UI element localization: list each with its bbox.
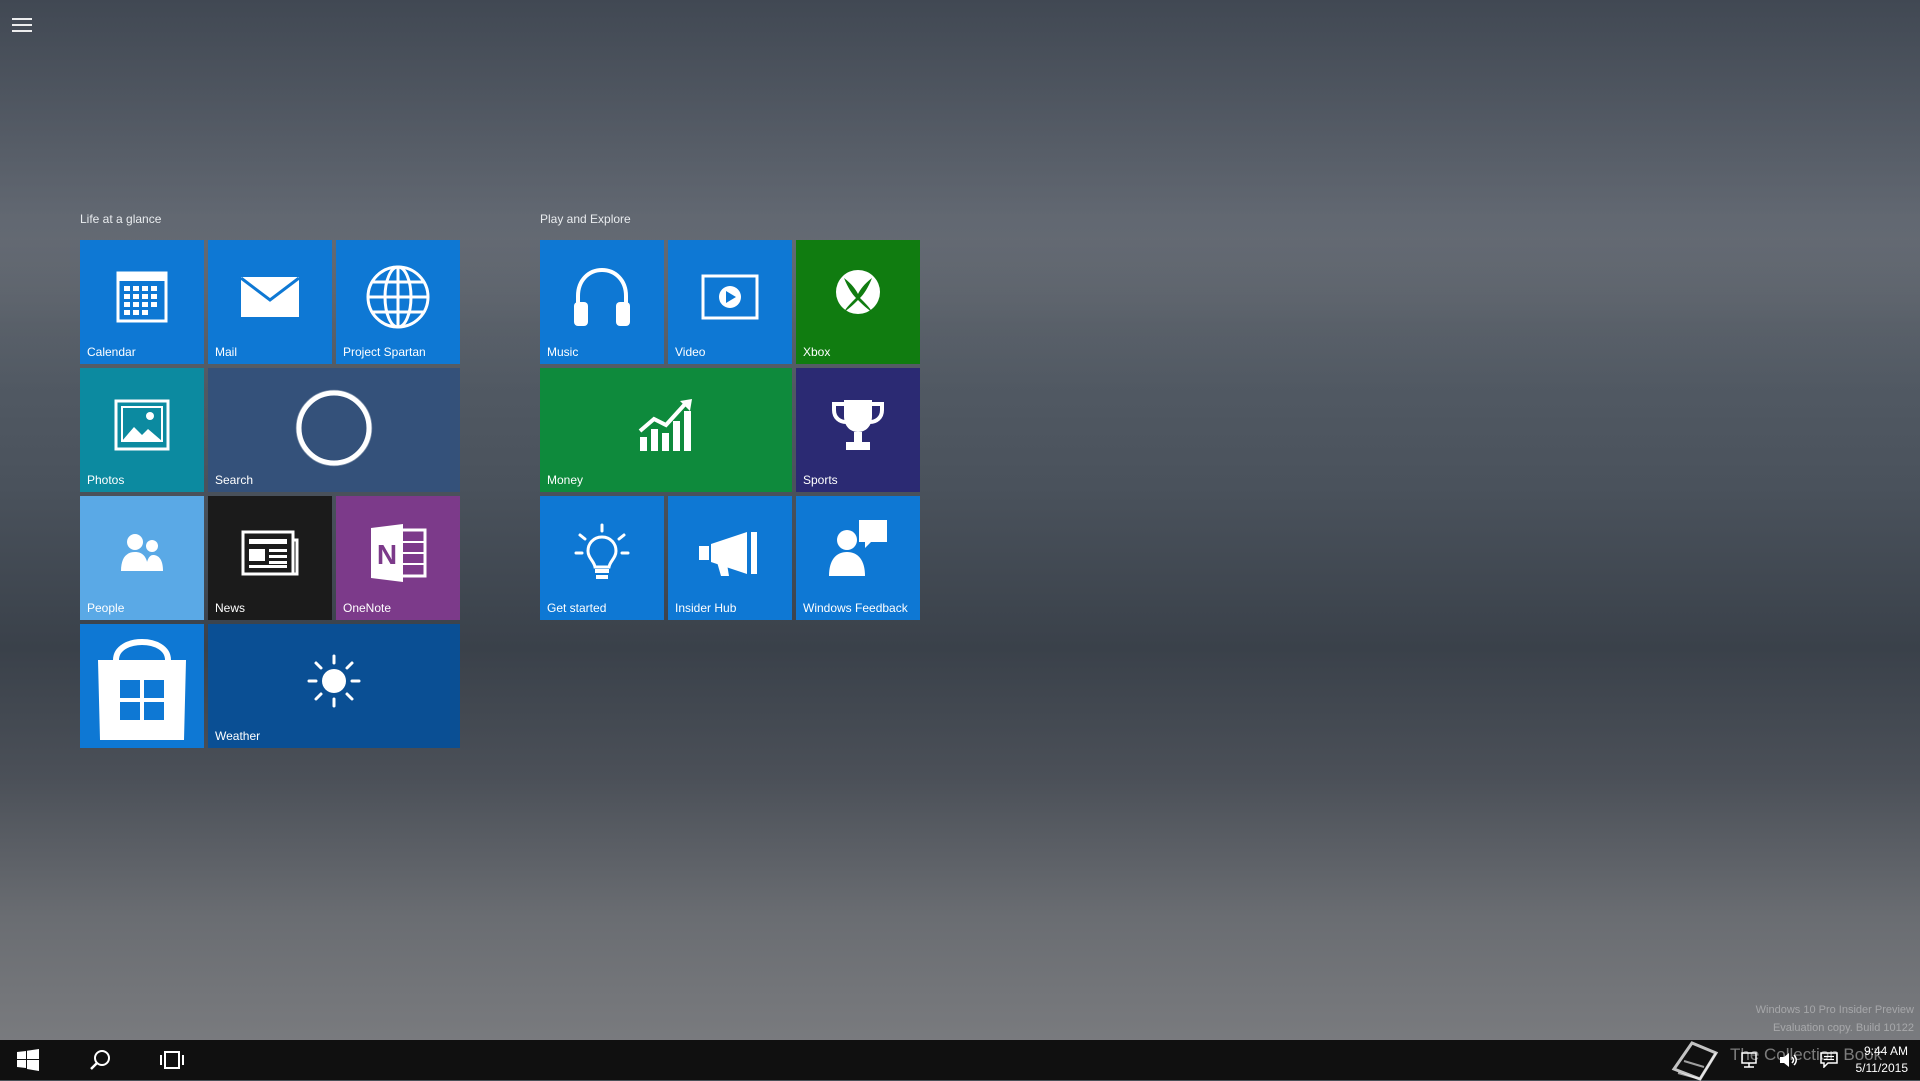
tile-insider-hub[interactable]: Insider Hub [668, 496, 792, 620]
tile-label: OneNote [343, 601, 392, 615]
tile-label: Search [215, 473, 254, 487]
tile-label: Weather [215, 729, 261, 743]
cortana-ring-icon [295, 389, 373, 466]
tile-people[interactable]: People [80, 496, 204, 620]
watermark-build: Evaluation copy. Build 10122 [1772, 1022, 1914, 1034]
tile-video[interactable]: Video [668, 240, 792, 364]
tile-label: Calendar [87, 345, 136, 359]
onenote-icon: N [371, 524, 427, 583]
store-icon [98, 639, 186, 740]
tile-onenote[interactable]: N OneNote [336, 496, 460, 620]
notification-tray[interactable] [1814, 1040, 1844, 1080]
start-button[interactable] [2, 1040, 54, 1080]
volume-tray[interactable] [1774, 1040, 1804, 1080]
headphones-icon [574, 268, 630, 327]
tile-label: Money [547, 473, 584, 487]
calendar-icon [116, 271, 168, 323]
book-icon [1671, 1041, 1719, 1081]
tile-label: People [87, 601, 125, 615]
tile-label: Video [675, 345, 706, 359]
tile-label: News [215, 601, 246, 615]
trophy-icon [832, 400, 884, 451]
tile-money[interactable]: Money [540, 368, 792, 492]
search-button[interactable] [74, 1040, 126, 1080]
volume-icon [1780, 1053, 1797, 1067]
tile-photos[interactable]: Photos [80, 368, 204, 492]
tile-label: Music [547, 345, 579, 359]
tile-sports[interactable]: Sports [796, 368, 920, 492]
network-icon [1741, 1052, 1757, 1068]
tile-windows-feedback[interactable]: Windows Feedback [796, 496, 920, 620]
xbox-icon [836, 270, 880, 315]
tile-label: Get started [547, 601, 607, 615]
money-chart-icon [638, 399, 692, 452]
tile-calendar[interactable]: Calendar [80, 240, 204, 364]
tile-xbox[interactable]: Xbox [796, 240, 920, 364]
tile-search[interactable]: Search [208, 368, 460, 492]
mail-icon [240, 276, 300, 318]
network-tray[interactable] [1734, 1040, 1764, 1080]
watermark-edition: Windows 10 Pro Insider Preview [1755, 1004, 1914, 1016]
tile-label: Project Spartan [343, 345, 426, 359]
tile-store[interactable] [80, 624, 204, 748]
tile-news[interactable]: News [208, 496, 332, 620]
tile-label: Sports [803, 473, 838, 487]
clock-date: 5/11/2015 [1855, 1061, 1909, 1075]
tile-project-spartan[interactable]: Project Spartan [336, 240, 460, 364]
lightbulb-icon [574, 523, 630, 580]
tile-weather[interactable]: Weather [208, 624, 460, 748]
video-icon [701, 274, 759, 320]
tile-label: Windows Feedback [803, 601, 908, 615]
book-logo [1668, 1040, 1722, 1081]
news-icon [241, 530, 299, 576]
tile-label: Xbox [803, 345, 831, 359]
tile-label: Insider Hub [675, 601, 737, 615]
search-icon [90, 1050, 110, 1070]
task-view-button[interactable] [146, 1040, 198, 1080]
tile-mail[interactable]: Mail [208, 240, 332, 364]
taskbar [0, 1040, 1920, 1080]
clock-time: 9:44 AM [1863, 1044, 1908, 1058]
group-title-life-at-a-glance: Life at a glance [80, 212, 162, 226]
notification-icon [1820, 1052, 1838, 1068]
tile-label: Mail [215, 345, 238, 359]
megaphone-icon [699, 532, 757, 577]
tile-label: Photos [87, 473, 125, 487]
globe-icon [366, 265, 430, 329]
taskbar-clock[interactable]: 9:44 AM 5/11/2015 [1856, 1043, 1909, 1077]
tile-music[interactable]: Music [540, 240, 664, 364]
task-view-icon [160, 1051, 184, 1069]
group-title-play-and-explore: Play and Explore [540, 212, 631, 226]
people-icon [121, 534, 163, 572]
menu-icon[interactable] [12, 14, 36, 34]
photos-icon [114, 399, 170, 451]
feedback-icon [829, 520, 887, 577]
tile-get-started[interactable]: Get started [540, 496, 664, 620]
windows-start-icon [17, 1049, 39, 1071]
svg-text:N: N [377, 539, 397, 570]
weather-sun-icon [307, 654, 361, 708]
